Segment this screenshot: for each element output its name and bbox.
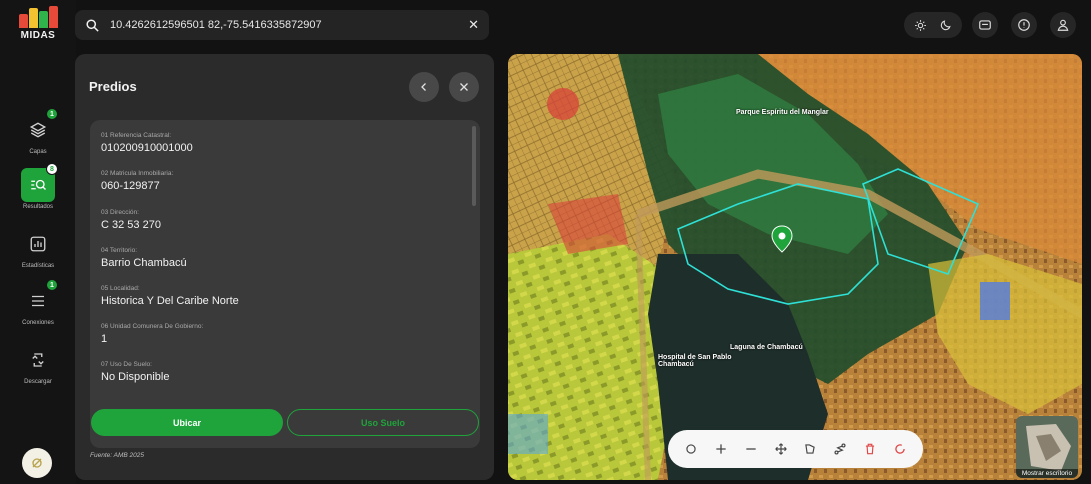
field-label: 04 Territorio: <box>101 247 138 254</box>
uso-suelo-button[interactable]: Uso Suelo <box>287 409 479 436</box>
sun-icon[interactable] <box>910 14 932 36</box>
user-avatar[interactable] <box>22 448 52 478</box>
field-referencia-catastral: 01 Referencia Catastral: 010200910001000 <box>101 132 193 154</box>
field-label: 06 Unidad Comunera De Gobierno: <box>101 323 204 330</box>
help-button[interactable] <box>1011 12 1037 38</box>
search-bar: ✕ <box>75 10 489 40</box>
theme-toggle[interactable] <box>904 12 962 38</box>
messages-button[interactable] <box>972 12 998 38</box>
field-value: No Disponible <box>101 371 170 383</box>
line-tool-icon[interactable] <box>829 438 851 460</box>
data-source: Fuente: AMB 2025 <box>90 452 144 459</box>
field-localidad: 05 Localidad: Historica Y Del Caribe Nor… <box>101 285 239 307</box>
clear-circle-icon[interactable] <box>889 438 911 460</box>
ubicar-button[interactable]: Ubicar <box>91 409 283 436</box>
user-button[interactable] <box>1050 12 1076 38</box>
back-button[interactable] <box>409 72 439 102</box>
sidebar-item-estadisticas[interactable]: Estadísticas <box>0 227 76 269</box>
pan-icon[interactable] <box>770 438 792 460</box>
app-logo[interactable]: MIDAS <box>14 6 62 41</box>
app-name: MIDAS <box>20 30 56 41</box>
help-icon <box>1018 19 1030 31</box>
avatar-icon <box>32 458 42 468</box>
field-territorio: 04 Territorio: Barrio Chambacú <box>101 247 187 269</box>
chevron-left-icon <box>421 83 426 91</box>
layers-icon: 1 <box>21 108 58 147</box>
field-unidad-comunera: 06 Unidad Comunera De Gobierno: 1 <box>101 323 203 345</box>
field-label: 03 Dirección: <box>101 209 139 216</box>
sidebar-item-resultados[interactable]: 8 Resultados <box>0 163 76 210</box>
close-panel-button[interactable] <box>449 72 479 102</box>
basemap-label: Mostrar escritorio <box>1016 469 1078 478</box>
trash-icon[interactable] <box>859 438 881 460</box>
resultados-badge: 8 <box>46 163 58 175</box>
sidebar-item-label: Descargar <box>24 379 52 385</box>
close-icon[interactable]: ✕ <box>468 17 479 33</box>
zone-red-1 <box>547 88 579 120</box>
field-uso-de-suelo: 07 Uso De Suelo: No Disponible <box>101 361 169 383</box>
polygon-tool-icon[interactable] <box>799 438 821 460</box>
left-sidebar: MIDAS 1 Capas 8 Resultados Estadísticas … <box>0 0 76 484</box>
download-icon <box>21 343 55 377</box>
list-icon: 1 <box>21 279 58 318</box>
search-input[interactable] <box>110 19 469 31</box>
moon-icon[interactable] <box>935 14 957 36</box>
zoom-out-icon[interactable] <box>740 438 762 460</box>
field-value: C 32 53 270 <box>101 219 161 231</box>
point-tool-icon[interactable] <box>680 438 702 460</box>
logo-mark <box>14 6 62 28</box>
conexiones-badge: 1 <box>46 279 58 291</box>
field-label: 05 Localidad: <box>101 285 140 292</box>
details-scrollbar[interactable] <box>472 126 476 206</box>
field-value: Historica Y Del Caribe Norte <box>101 295 239 307</box>
sidebar-item-label: Capas <box>29 149 47 155</box>
basemap-switcher[interactable]: Mostrar escritorio <box>1016 416 1078 478</box>
sidebar-item-capas[interactable]: 1 Capas <box>0 108 76 155</box>
close-icon <box>460 83 468 91</box>
field-matricula-inmobiliaria: 02 Matricula Inmobiliaria: 060-129877 <box>101 170 173 192</box>
zone-blue <box>980 282 1010 320</box>
map-toolbar <box>668 430 923 468</box>
search-icon <box>86 18 99 32</box>
sidebar-item-label: Resultados <box>22 204 54 210</box>
sidebar-item-label: Estadísticas <box>21 263 55 269</box>
zone-blue-2 <box>508 414 548 454</box>
predio-details-card: 01 Referencia Catastral: 010200910001000… <box>90 120 480 448</box>
field-value: Barrio Chambacú <box>101 257 187 269</box>
panel-title: Predios <box>89 79 137 94</box>
capas-badge: 1 <box>46 108 58 120</box>
predios-panel: Predios 01 Referencia Catastral: 0102009… <box>75 54 494 480</box>
zoom-in-icon[interactable] <box>710 438 732 460</box>
field-value: 010200910001000 <box>101 142 193 154</box>
field-label: 02 Matricula Inmobiliaria: <box>101 170 174 177</box>
bar-chart-icon <box>21 227 55 261</box>
sidebar-item-descargar[interactable]: Descargar <box>0 343 76 385</box>
map-label-parque: Parque Espíritu del Manglar <box>736 109 829 116</box>
mail-icon <box>979 20 991 30</box>
field-value: 060-129877 <box>101 180 160 192</box>
sidebar-item-label: Conexiones <box>22 320 54 326</box>
field-value: 1 <box>101 333 108 345</box>
map-label-hospital: Hospital de San Pablo Chambacú <box>658 354 732 368</box>
field-direccion: 03 Dirección: C 32 53 270 <box>101 209 161 231</box>
user-icon <box>1057 19 1069 31</box>
sidebar-item-conexiones[interactable]: 1 Conexiones <box>0 279 76 326</box>
search-results-icon: 8 <box>21 163 58 202</box>
map-view[interactable]: Parque Espíritu del Manglar Laguna de Ch… <box>508 54 1082 480</box>
field-label: 01 Referencia Catastral: <box>101 132 172 139</box>
map-canvas[interactable] <box>508 54 1082 480</box>
map-label-laguna: Laguna de Chambacú <box>730 344 803 351</box>
field-label: 07 Uso De Suelo: <box>101 361 152 368</box>
